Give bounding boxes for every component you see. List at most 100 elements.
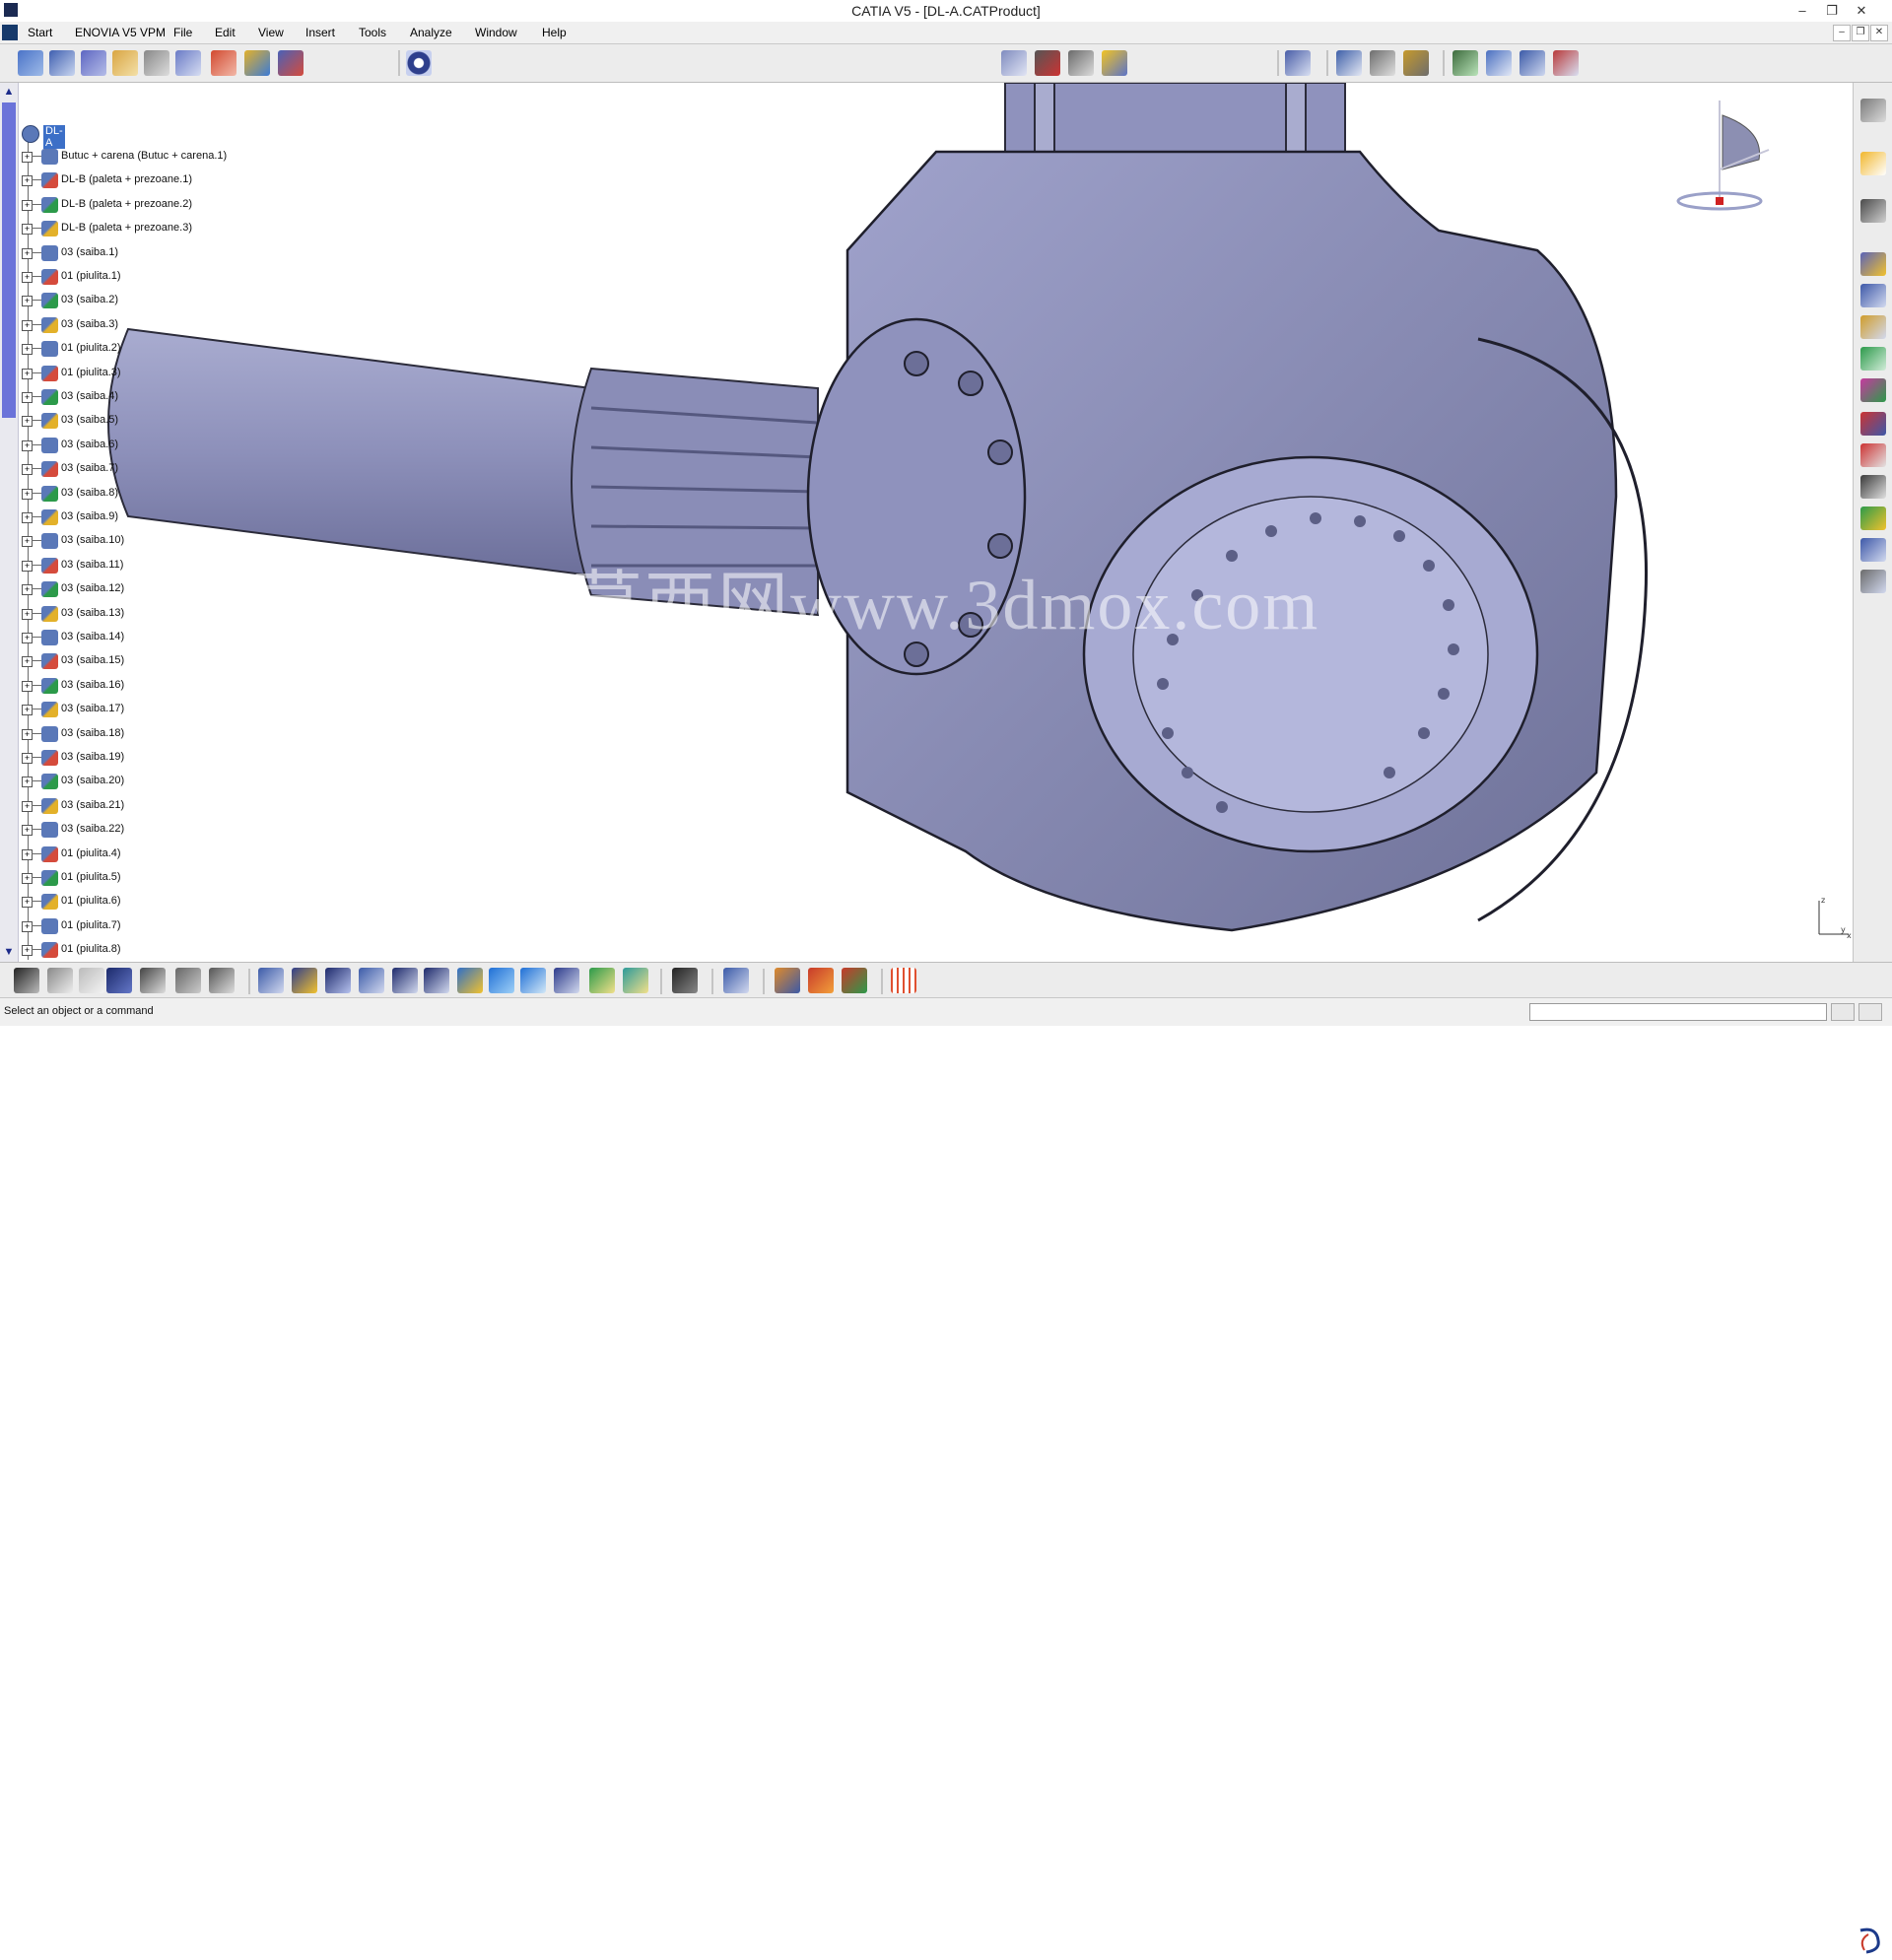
generate-bom-icon[interactable] [1453,50,1478,76]
normal-view-icon[interactable] [457,968,483,993]
minimize-button[interactable]: – [1790,1,1815,21]
expand-icon[interactable]: + [22,247,33,259]
start-icon[interactable] [2,25,18,40]
fix-together-icon[interactable] [1860,412,1886,436]
expand-icon[interactable]: + [22,536,33,548]
tree-item-label[interactable]: 03 (saiba.13) [61,607,124,619]
tree-item-label[interactable]: 03 (saiba.9) [61,510,118,522]
constraints-icon[interactable] [278,50,304,76]
tree-item-label[interactable]: 01 (piulita.6) [61,895,121,907]
tree-item-label[interactable]: 03 (saiba.19) [61,751,124,763]
pan-icon[interactable] [325,968,351,993]
tree-item-label[interactable]: 03 (saiba.2) [61,294,118,305]
expand-icon[interactable]: + [22,848,33,860]
product-icon[interactable] [49,50,75,76]
component-icon[interactable] [81,50,106,76]
flexible-icon[interactable] [1860,538,1886,562]
menu-window[interactable]: Window [475,26,517,39]
apply-material-icon[interactable] [175,968,201,993]
smart-move-icon[interactable] [1102,50,1127,76]
restore-button[interactable]: ❐ [1819,1,1845,21]
explode-icon[interactable] [1035,50,1060,76]
menu-file[interactable]: File [173,26,192,39]
scroll-up-icon[interactable]: ▲ [3,86,15,98]
swap-space-icon[interactable] [623,968,648,993]
expand-icon[interactable]: + [22,656,33,668]
menu-insert[interactable]: Insert [305,26,335,39]
contact-icon[interactable] [1860,284,1886,307]
rotate-icon[interactable] [359,968,384,993]
tree-item-label[interactable]: 03 (saiba.20) [61,775,124,786]
expand-icon[interactable]: + [22,873,33,884]
change-constraint-icon[interactable] [1860,570,1886,593]
multi-view-icon[interactable] [489,968,514,993]
tree-item-label[interactable]: 03 (saiba.18) [61,727,124,739]
expand-icon[interactable]: + [22,920,33,932]
expand-icon[interactable]: + [22,319,33,331]
expand-icon[interactable]: + [22,728,33,740]
analysis-icon[interactable] [775,968,800,993]
update-icon[interactable] [1285,50,1311,76]
manipulate-icon[interactable] [1001,50,1027,76]
capture-icon[interactable] [672,968,698,993]
quick-constraint-icon[interactable] [1860,443,1886,467]
tree-item-label[interactable]: 03 (saiba.6) [61,439,118,450]
expand-icon[interactable]: + [22,416,33,428]
tree-item-label[interactable]: 01 (piulita.4) [61,847,121,859]
tree-item-label[interactable]: DL-B (paleta + prezoane.3) [61,222,192,234]
doc-close-button[interactable]: ✕ [1870,25,1888,41]
menu-view[interactable]: View [258,26,284,39]
expand-icon[interactable]: + [22,825,33,837]
expand-icon[interactable]: + [22,633,33,643]
clash-icon[interactable] [808,968,834,993]
tree-item-label[interactable]: 01 (piulita.2) [61,342,121,354]
expand-icon[interactable]: + [22,152,33,163]
expand-icon[interactable]: + [22,560,33,572]
offset-icon[interactable] [1860,315,1886,339]
comment-icon[interactable] [47,968,73,993]
tree-item-label[interactable]: DL-B (paleta + prezoane.2) [61,198,192,210]
table-icon[interactable] [106,968,132,993]
scroll-thumb[interactable] [2,102,16,418]
tree-item-label[interactable]: 01 (piulita.7) [61,919,121,931]
tree-item-label[interactable]: 01 (piulita.5) [61,871,121,883]
tree-item-label[interactable]: DL-B (paleta + prezoane.1) [61,173,192,185]
expand-icon[interactable]: + [22,512,33,523]
expand-icon[interactable]: + [22,224,33,236]
tree-item-label[interactable]: 03 (saiba.5) [61,414,118,426]
3d-model-render[interactable] [0,83,1853,962]
tree-item-label[interactable]: 03 (saiba.15) [61,654,124,666]
menu-analyze[interactable]: Analyze [410,26,452,39]
menu-tools[interactable]: Tools [359,26,386,39]
coincidence-icon[interactable] [1860,252,1886,276]
render-style-icon[interactable] [554,968,579,993]
compass-icon[interactable] [1675,91,1774,229]
zoom-in-icon[interactable] [392,968,418,993]
publish-icon[interactable] [1486,50,1512,76]
tree-item-label[interactable]: 03 (saiba.21) [61,799,124,811]
doc-minimize-button[interactable]: – [1833,25,1851,41]
formula-icon[interactable] [14,968,39,993]
menu-start[interactable]: Start [28,26,52,39]
tree-item-label[interactable]: 03 (saiba.8) [61,487,118,499]
tree-item-label[interactable]: 03 (saiba.11) [61,559,123,571]
fix-icon[interactable] [1860,378,1886,402]
tree-item-label[interactable]: 01 (piulita.8) [61,943,121,955]
expand-icon[interactable]: + [22,368,33,379]
weight-icon[interactable] [1403,50,1429,76]
command-history-button[interactable] [1831,1003,1855,1021]
expand-icon[interactable]: + [22,272,33,283]
measure-icon[interactable] [1336,50,1362,76]
menu-edit[interactable]: Edit [215,26,236,39]
expand-icon[interactable]: + [22,392,33,403]
select-arrow-icon[interactable] [1860,152,1886,175]
expand-icon[interactable]: + [22,175,33,187]
tree-item-label[interactable]: 03 (saiba.4) [61,390,118,402]
iso-view-icon[interactable] [520,968,546,993]
refresh-icon[interactable] [244,50,270,76]
sketch-icon[interactable] [144,50,169,76]
reuse-pattern-icon[interactable] [1860,507,1886,530]
links-icon[interactable] [211,50,236,76]
tree-scrollbar[interactable]: ▲ ▼ [0,83,19,962]
tree-item-label[interactable]: 03 (saiba.7) [61,462,118,474]
